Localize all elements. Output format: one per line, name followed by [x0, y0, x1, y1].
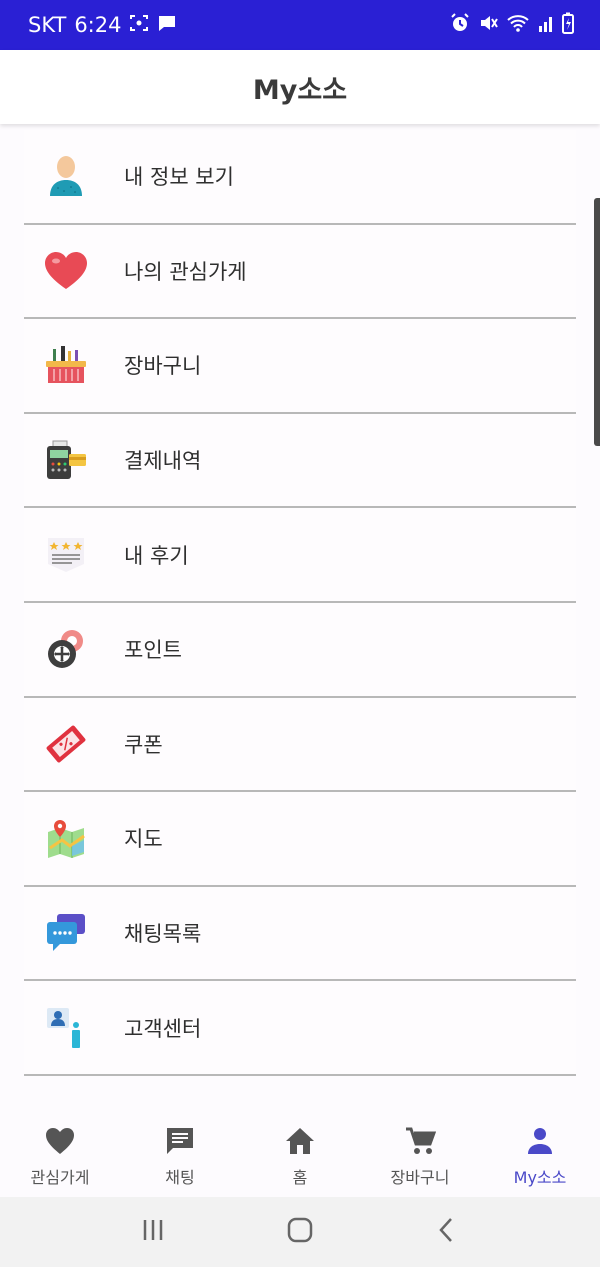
- customer-center-icon: [26, 1007, 106, 1049]
- message-icon: [157, 13, 177, 37]
- heart-icon: [44, 1126, 76, 1160]
- back-button[interactable]: [435, 1217, 459, 1247]
- nav-tab-label: 홈: [292, 1168, 308, 1187]
- map-icon: [26, 818, 106, 859]
- menu-item-payment-history[interactable]: 결제내역: [24, 413, 576, 509]
- nav-tab-cart[interactable]: 장바구니: [360, 1117, 480, 1197]
- menu-item-label: 장바구니: [124, 354, 202, 379]
- menu-item-coupons[interactable]: 쿠폰: [24, 697, 576, 793]
- nav-tab-favorite-stores[interactable]: 관심가게: [0, 1117, 120, 1197]
- payment-terminal-icon: [26, 440, 106, 480]
- battery-icon: [562, 12, 574, 38]
- home-icon: [284, 1126, 316, 1160]
- bottom-nav: 관심가게 채팅 홈 장바구니 My소소: [0, 1117, 600, 1197]
- chat-icon: [164, 1126, 196, 1160]
- menu-item-label: 고객센터: [124, 1016, 202, 1041]
- carrier-label: SKT: [28, 13, 67, 37]
- basket-icon: [26, 345, 106, 385]
- status-bar: SKT 6:24: [0, 0, 600, 50]
- person-icon: [524, 1126, 556, 1160]
- nav-tab-label: My소소: [513, 1168, 567, 1187]
- menu-item-basket[interactable]: 장바구니: [24, 319, 576, 414]
- heart-icon: [26, 251, 106, 291]
- system-nav-bar: [0, 1197, 600, 1267]
- nav-tab-label: 장바구니: [390, 1168, 450, 1187]
- menu-item-label: 쿠폰: [124, 732, 163, 757]
- menu-item-label: 내 후기: [124, 543, 189, 568]
- menu-item-customer-center[interactable]: 고객센터: [24, 981, 576, 1076]
- menu-item-label: 채팅목록: [124, 922, 202, 947]
- review-stars-icon: [26, 536, 106, 574]
- menu-item-label: 결제내역: [124, 449, 202, 474]
- alarm-icon: [450, 13, 470, 37]
- nav-tab-home[interactable]: 홈: [240, 1117, 360, 1197]
- menu-item-favorite-stores[interactable]: 나의 관심가게: [24, 224, 576, 320]
- chat-bubbles-icon: [26, 913, 106, 953]
- points-gear-icon: [26, 628, 106, 670]
- recent-apps-button[interactable]: [141, 1218, 165, 1246]
- signal-icon: [538, 13, 554, 37]
- menu-list: 내 정보 보기 나의 관심가게 장바구니 결제내역 내 후기 포인트 쿠폰 지도…: [24, 130, 576, 1076]
- nav-tab-my-soso[interactable]: My소소: [480, 1117, 600, 1197]
- menu-item-label: 지도: [124, 827, 163, 852]
- clock: 6:24: [74, 13, 122, 37]
- nav-tab-label: 관심가게: [30, 1168, 90, 1187]
- nav-tab-chat[interactable]: 채팅: [120, 1117, 240, 1197]
- wifi-icon: [506, 13, 530, 37]
- home-button[interactable]: [287, 1217, 313, 1247]
- menu-item-label: 내 정보 보기: [124, 165, 234, 190]
- page-title: My소소: [252, 74, 348, 106]
- menu-item-chat-list[interactable]: 채팅목록: [24, 886, 576, 982]
- mute-icon: [478, 13, 498, 37]
- menu-item-my-info[interactable]: 내 정보 보기: [24, 130, 576, 225]
- app-bar: My소소: [0, 50, 600, 124]
- menu-item-points[interactable]: 포인트: [24, 602, 576, 698]
- person-icon: [26, 154, 106, 198]
- screenshot-icon: [129, 13, 149, 37]
- menu-item-map[interactable]: 지도: [24, 792, 576, 887]
- cart-icon: [404, 1126, 437, 1160]
- menu-item-label: 포인트: [124, 638, 182, 663]
- scrollbar-thumb[interactable]: [594, 198, 600, 446]
- nav-tab-label: 채팅: [165, 1168, 195, 1187]
- coupon-ticket-icon: [26, 723, 106, 765]
- menu-item-label: 나의 관심가게: [124, 259, 247, 284]
- menu-item-my-reviews[interactable]: 내 후기: [24, 508, 576, 603]
